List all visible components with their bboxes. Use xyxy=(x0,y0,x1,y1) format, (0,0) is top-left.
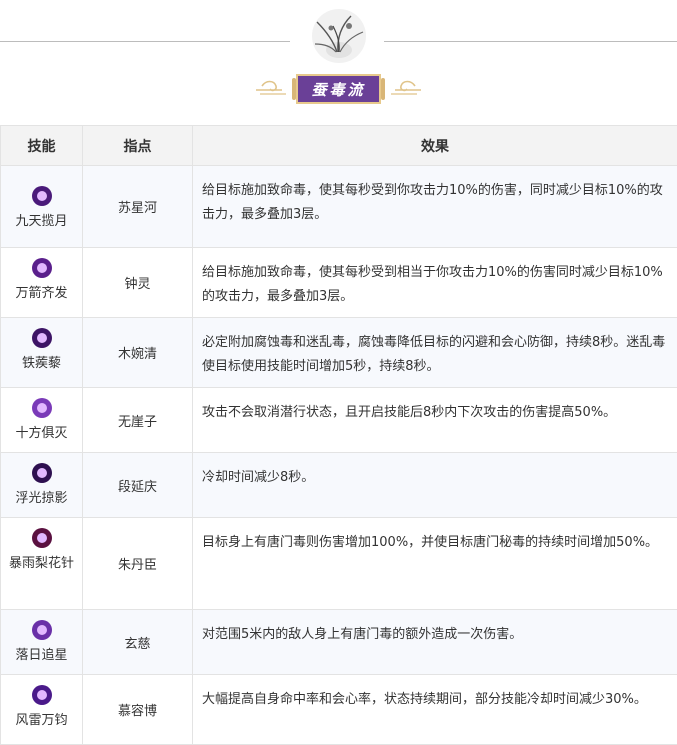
title-banner: 蚕毒流 xyxy=(256,72,421,108)
skill-name: 浮光掠影 xyxy=(4,489,79,509)
skill-cell: 铁蒺藜 xyxy=(1,318,83,388)
mentor-cell: 钟灵 xyxy=(83,248,193,318)
mentor-cell: 无崖子 xyxy=(83,388,193,453)
table-row: 浮光掠影 段延庆 冷却时间减少8秒。 xyxy=(1,453,677,518)
skill-name: 铁蒺藜 xyxy=(4,354,79,374)
table-row: 万箭齐发 钟灵 给目标施加致命毒，使其每秒受到相当于你攻击力10%的伤害同时减少… xyxy=(1,248,677,318)
mentor-cell: 段延庆 xyxy=(83,453,193,518)
mentor-cell: 慕容博 xyxy=(83,675,193,745)
table-row: 九天揽月 苏星河 给目标施加致命毒，使其每秒受到你攻击力10%的伤害，同时减少目… xyxy=(1,166,677,248)
skill-name: 万箭齐发 xyxy=(4,284,79,304)
divider-line-right xyxy=(384,41,677,42)
table-row: 暴雨梨花针 朱丹臣 目标身上有唐门毒则伤害增加100%，并使目标唐门秘毒的持续时… xyxy=(1,518,677,610)
mentor-cell: 玄慈 xyxy=(83,610,193,675)
star-chase-icon xyxy=(32,620,52,640)
effect-cell: 对范围5米内的敌人身上有唐门毒的额外造成一次伤害。 xyxy=(193,610,677,675)
skill-name: 风雷万钧 xyxy=(4,711,79,731)
shadow-icon xyxy=(32,463,52,483)
table-row: 落日追星 玄慈 对范围5米内的敌人身上有唐门毒的额外造成一次伤害。 xyxy=(1,610,677,675)
skill-name: 九天揽月 xyxy=(4,212,79,232)
skill-cell: 万箭齐发 xyxy=(1,248,83,318)
skill-cell: 暴雨梨花针 xyxy=(1,518,83,610)
skill-table: 技能 指点 效果 九天揽月 苏星河 给目标施加致命毒，使其每秒受到你攻击力10%… xyxy=(0,125,677,745)
needle-rain-icon xyxy=(32,528,52,548)
table-row: 十方俱灭 无崖子 攻击不会取消潜行状态，且开启技能后8秒内下次攻击的伤害提高50… xyxy=(1,388,677,453)
caltrop-icon xyxy=(32,328,52,348)
header-effect: 效果 xyxy=(193,126,677,166)
skill-name: 暴雨梨花针 xyxy=(4,554,79,574)
orchid-emblem-icon xyxy=(307,6,371,66)
skill-cell: 风雷万钧 xyxy=(1,675,83,745)
purple-orb-icon xyxy=(32,186,52,206)
divider-line-left xyxy=(0,41,290,42)
effect-cell: 给目标施加致命毒，使其每秒受到你攻击力10%的伤害，同时减少目标10%的攻击力，… xyxy=(193,166,677,248)
arrow-storm-icon xyxy=(32,258,52,278)
effect-cell: 冷却时间减少8秒。 xyxy=(193,453,677,518)
table-header-row: 技能 指点 效果 xyxy=(1,126,677,166)
effect-cell: 必定附加腐蚀毒和迷乱毒，腐蚀毒降低目标的闪避和会心防御，持续8秒。迷乱毒使目标使… xyxy=(193,318,677,388)
cloud-ornament-left-icon xyxy=(256,72,296,108)
effect-cell: 目标身上有唐门毒则伤害增加100%，并使目标唐门秘毒的持续时间增加50%。 xyxy=(193,518,677,610)
title-plate: 蚕毒流 xyxy=(296,74,381,104)
skill-cell: 九天揽月 xyxy=(1,166,83,248)
skill-cell: 落日追星 xyxy=(1,610,83,675)
skill-name: 十方俱灭 xyxy=(4,424,79,444)
mentor-cell: 木婉清 xyxy=(83,318,193,388)
effect-cell: 给目标施加致命毒，使其每秒受到相当于你攻击力10%的伤害同时减少目标10%的攻击… xyxy=(193,248,677,318)
mentor-cell: 朱丹臣 xyxy=(83,518,193,610)
skill-cell: 浮光掠影 xyxy=(1,453,83,518)
header-mentor: 指点 xyxy=(83,126,193,166)
burst-icon xyxy=(32,398,52,418)
header-skill: 技能 xyxy=(1,126,83,166)
skill-name: 落日追星 xyxy=(4,646,79,666)
mentor-cell: 苏星河 xyxy=(83,166,193,248)
section-header: 蚕毒流 xyxy=(0,0,677,125)
section-title: 蚕毒流 xyxy=(311,79,365,100)
cloud-ornament-right-icon xyxy=(381,72,421,108)
table-row: 风雷万钧 慕容博 大幅提高自身命中率和会心率，状态持续期间，部分技能冷却时间减少… xyxy=(1,675,677,745)
effect-cell: 攻击不会取消潜行状态，且开启技能后8秒内下次攻击的伤害提高50%。 xyxy=(193,388,677,453)
skill-cell: 十方俱灭 xyxy=(1,388,83,453)
thunder-icon xyxy=(32,685,52,705)
table-row: 铁蒺藜 木婉清 必定附加腐蚀毒和迷乱毒，腐蚀毒降低目标的闪避和会心防御，持续8秒… xyxy=(1,318,677,388)
effect-cell: 大幅提高自身命中率和会心率，状态持续期间，部分技能冷却时间减少30%。 xyxy=(193,675,677,745)
